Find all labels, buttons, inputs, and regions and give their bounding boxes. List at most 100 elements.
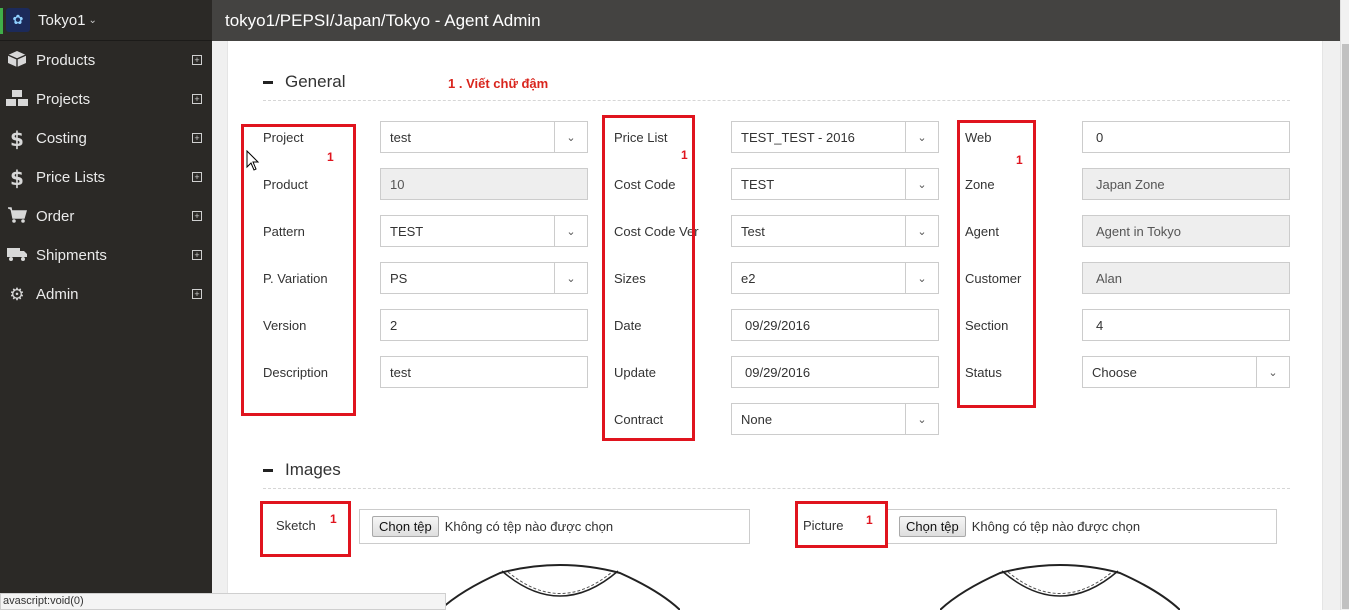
section-divider — [263, 100, 1290, 101]
boxes-icon — [2, 89, 32, 111]
sidebar-item-shipments[interactable]: Shipments + — [0, 236, 212, 275]
truck-icon — [2, 246, 32, 266]
section-general-header[interactable]: General — [263, 72, 345, 92]
annotation-box — [957, 120, 1036, 408]
annotation-marker: 1 — [1016, 153, 1023, 167]
p-variation-select[interactable]: PS ⌄ — [380, 262, 588, 294]
expand-icon[interactable]: + — [192, 172, 202, 182]
choose-file-button[interactable]: Chọn tệp — [899, 516, 966, 537]
update-value: 09/29/2016 — [745, 364, 811, 380]
browser-status-url: avascript:void(0) — [0, 593, 446, 610]
choose-file-button[interactable]: Chọn tệp — [372, 516, 439, 537]
cart-icon — [2, 206, 32, 228]
status-value: Choose — [1092, 364, 1137, 380]
chevron-down-icon: ⌄ — [1256, 357, 1289, 387]
agent-value: Agent in Tokyo — [1096, 223, 1182, 239]
chevron-down-icon: ⌄ — [88, 14, 97, 26]
update-input[interactable]: 09/29/2016 — [731, 356, 939, 388]
cost-code-ver-select[interactable]: Test ⌄ — [731, 215, 939, 247]
sidebar-item-label: Order — [36, 208, 75, 225]
page-title: tokyo1/PEPSI/Japan/Tokyo - Agent Admin — [225, 10, 541, 30]
annotation-box — [602, 115, 695, 441]
sidebar-item-label: Costing — [36, 130, 87, 147]
cost-code-select[interactable]: TEST ⌄ — [731, 168, 939, 200]
product-value: 10 — [390, 176, 405, 192]
date-input[interactable]: 09/29/2016 — [731, 309, 939, 341]
box-icon — [2, 50, 32, 72]
pattern-value: TEST — [390, 223, 424, 239]
p-variation-value: PS — [390, 270, 408, 286]
scrollbar-thumb[interactable] — [1342, 44, 1349, 609]
customer-field: Alan — [1082, 262, 1290, 294]
pattern-select[interactable]: TEST ⌄ — [380, 215, 588, 247]
section-input[interactable]: 4 — [1082, 309, 1290, 341]
dollar-icon: $ — [10, 165, 24, 190]
project-select[interactable]: test ⌄ — [380, 121, 588, 153]
price-list-select[interactable]: TEST_TEST - 2016 ⌄ — [731, 121, 939, 153]
sidebar-item-label: Admin — [36, 286, 79, 303]
brand-accent-stripe — [0, 8, 3, 34]
product-field: 10 — [380, 168, 588, 200]
cost-code-ver-value: Test — [741, 223, 765, 239]
picture-file-input[interactable]: Chọn tệp Không có tệp nào được chọn — [886, 509, 1277, 544]
description-input[interactable]: test — [380, 356, 588, 388]
brand-name: Tokyo1 — [38, 11, 86, 29]
expand-icon[interactable]: + — [192, 250, 202, 260]
section-title: Images — [285, 460, 341, 479]
page-scrollbar[interactable] — [1340, 0, 1349, 610]
version-input[interactable]: 2 — [380, 309, 588, 341]
section-divider — [263, 488, 1290, 489]
mouse-cursor-icon — [246, 150, 260, 171]
brand-switcher[interactable]: ✿ Tokyo1 ⌄ — [0, 0, 212, 41]
sizes-value: e2 — [741, 270, 756, 286]
sidebar-item-projects[interactable]: Projects + — [0, 80, 212, 119]
status-select[interactable]: Choose ⌄ — [1082, 356, 1290, 388]
expand-icon[interactable]: + — [192, 133, 202, 143]
agent-field: Agent in Tokyo — [1082, 215, 1290, 247]
annotation-box — [260, 501, 351, 557]
sketch-shirt-preview — [440, 563, 680, 610]
chevron-down-icon: ⌄ — [554, 216, 587, 246]
sidebar-item-price-lists[interactable]: $ Price Lists + — [0, 158, 212, 197]
annotation-marker: 1 — [327, 150, 334, 164]
sidebar-item-label: Projects — [36, 91, 91, 108]
price-list-value: TEST_TEST - 2016 — [741, 129, 855, 145]
sidebar-item-label: Price Lists — [36, 169, 106, 186]
gears-icon: ⚙ — [9, 284, 25, 305]
dollar-icon: $ — [10, 126, 24, 151]
sidebar: ✿ Tokyo1 ⌄ Products + Projects + $ Costi… — [0, 0, 212, 610]
sidebar-item-label: Products — [36, 52, 96, 69]
contract-select[interactable]: None ⌄ — [731, 403, 939, 435]
sidebar-item-costing[interactable]: $ Costing + — [0, 119, 212, 158]
sizes-select[interactable]: e2 ⌄ — [731, 262, 939, 294]
collapse-icon[interactable] — [263, 80, 273, 84]
page-header: tokyo1/PEPSI/Japan/Tokyo - Agent Admin — [212, 0, 1340, 41]
expand-icon[interactable]: + — [192, 289, 202, 299]
sketch-file-input[interactable]: Chọn tệp Không có tệp nào được chọn — [359, 509, 750, 544]
chevron-down-icon: ⌄ — [554, 263, 587, 293]
expand-icon[interactable]: + — [192, 211, 202, 221]
collapse-icon[interactable] — [263, 468, 273, 472]
chevron-down-icon: ⌄ — [905, 263, 938, 293]
sidebar-item-order[interactable]: Order + — [0, 197, 212, 236]
description-value: test — [390, 364, 411, 380]
sidebar-item-products[interactable]: Products + — [0, 41, 212, 80]
web-input[interactable]: 0 — [1082, 121, 1290, 153]
section-value: 4 — [1096, 317, 1104, 333]
expand-icon[interactable]: + — [192, 94, 202, 104]
no-file-text: Không có tệp nào được chọn — [971, 519, 1141, 534]
annotation-note: 1 . Viết chữ đậm — [448, 76, 549, 91]
chevron-down-icon: ⌄ — [905, 404, 938, 434]
expand-icon[interactable]: + — [192, 55, 202, 65]
sidebar-item-label: Shipments — [36, 247, 107, 264]
no-file-text: Không có tệp nào được chọn — [444, 519, 614, 534]
zone-value: Japan Zone — [1096, 176, 1165, 192]
section-images-header[interactable]: Images — [263, 460, 341, 480]
date-value: 09/29/2016 — [745, 317, 811, 333]
zone-field: Japan Zone — [1082, 168, 1290, 200]
cost-code-value: TEST — [741, 176, 775, 192]
sidebar-item-admin[interactable]: ⚙ Admin + — [0, 275, 212, 314]
customer-value: Alan — [1096, 270, 1123, 286]
annotation-marker: 1 — [330, 512, 337, 526]
web-value: 0 — [1096, 129, 1104, 145]
